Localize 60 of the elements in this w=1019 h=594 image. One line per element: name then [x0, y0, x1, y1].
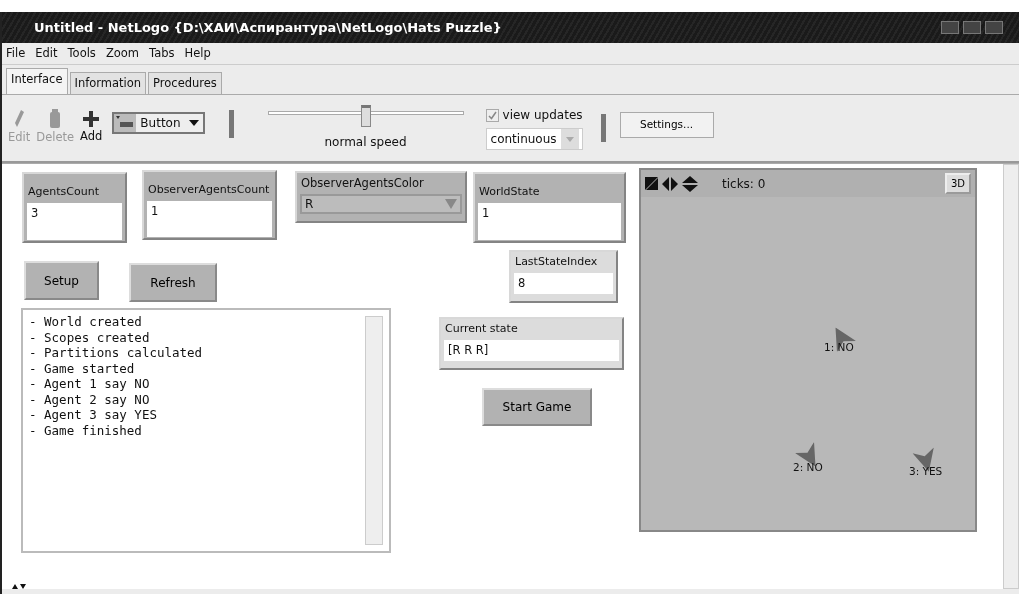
turtle-label: 3: YES: [909, 464, 943, 479]
menu-item[interactable]: Tabs: [149, 44, 175, 63]
caret-icon: [188, 120, 199, 126]
input-label: ObserverAgentsCount: [147, 182, 271, 198]
speed-label: normal speed: [324, 134, 407, 151]
button-widget-icon: [114, 114, 137, 132]
trash-icon: [49, 109, 62, 130]
tab[interactable]: Interface: [6, 67, 68, 94]
menu-item[interactable]: Edit: [35, 44, 58, 63]
speed-slider[interactable]: [267, 105, 464, 127]
turtle-label: 1: NO: [824, 340, 854, 355]
update-mode-dropdown[interactable]: continuous: [485, 128, 583, 150]
horizontal-arrows-icon: [662, 176, 678, 191]
monitor-value: 8: [514, 272, 613, 294]
monitor-label: Current state: [444, 321, 519, 337]
menu-item[interactable]: File: [6, 44, 26, 63]
input-field[interactable]: 1: [147, 200, 272, 237]
toolbar-separator: [600, 114, 606, 142]
input-field[interactable]: 1: [478, 202, 621, 240]
ticks-label: ticks: 0: [722, 175, 766, 193]
turtle-label: 2: NO: [793, 460, 823, 475]
chooser-dropdown[interactable]: R: [300, 194, 462, 215]
scrollbar[interactable]: [365, 316, 383, 545]
button[interactable]: Setup: [24, 261, 99, 300]
close-button[interactable]: [985, 21, 1003, 34]
input-label: AgentsCount: [27, 184, 100, 200]
output-text: - World created - Scopes created - Partitions calculated - Game started - Agent 1 say NO - Agent 2 say NO - Agent 3 say YES - Game finished: [29, 314, 204, 438]
tab[interactable]: Information: [69, 71, 147, 94]
chooser-label: ObserverAgentsColor: [300, 175, 425, 192]
input-widget[interactable]: AgentsCount 3: [22, 172, 127, 243]
plus-icon: [83, 110, 100, 129]
menu-item[interactable]: Help: [184, 44, 211, 63]
toolbar-separator: [228, 110, 234, 138]
window-title: Untitled - NetLogo {D:\ХАИ\Аспирантура\NetLogo\Hats Puzzle}: [34, 18, 503, 37]
input-widget[interactable]: WorldState 1: [473, 172, 626, 243]
add-button[interactable]: Add: [80, 128, 103, 146]
widget-type-dropdown[interactable]: Button: [112, 112, 205, 134]
menu-item[interactable]: Tools: [67, 44, 96, 63]
menu-item[interactable]: Zoom: [105, 44, 140, 63]
input-label: WorldState: [478, 184, 541, 200]
vertical-arrows-icon: [682, 175, 698, 192]
settings-button[interactable]: Settings...: [619, 112, 714, 138]
caret-icon: [565, 136, 574, 142]
input-widget[interactable]: ObserverAgentsCount 1: [142, 170, 277, 240]
view-updates-label: view updates: [502, 107, 583, 124]
caret-icon: [445, 199, 457, 210]
3d-button[interactable]: 3D: [944, 173, 971, 194]
button[interactable]: Start Game: [482, 388, 592, 426]
input-field[interactable]: 3: [27, 202, 122, 240]
monitor-value: [R R R]: [444, 339, 619, 361]
maximize-button[interactable]: [963, 21, 981, 34]
edge-wrap-icon: [645, 177, 658, 190]
slider-thumb[interactable]: [360, 105, 371, 127]
monitor-label: LastStateIndex: [514, 254, 599, 270]
collapse-arrows-icon: [12, 583, 26, 589]
minimize-button[interactable]: [941, 21, 959, 34]
button[interactable]: Refresh: [129, 263, 217, 302]
tab[interactable]: Procedures: [148, 71, 222, 94]
view-updates-checkbox[interactable]: [485, 108, 499, 122]
scrollbar[interactable]: [1003, 164, 1019, 589]
